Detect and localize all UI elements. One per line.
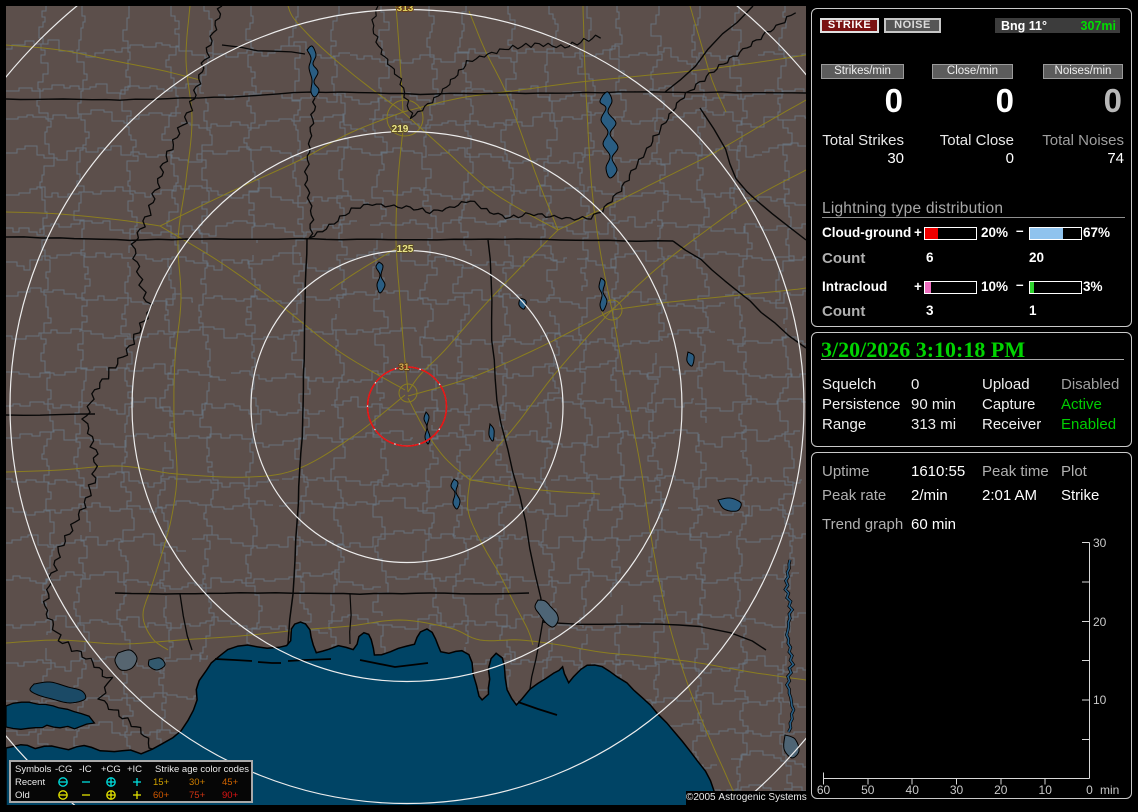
svg-text:30: 30 bbox=[1093, 536, 1107, 550]
svg-text:10: 10 bbox=[1039, 783, 1053, 797]
svg-text:20: 20 bbox=[994, 783, 1008, 797]
svg-text:50: 50 bbox=[861, 783, 875, 797]
svg-text:219: 219 bbox=[392, 124, 409, 135]
svg-text:0: 0 bbox=[1086, 783, 1093, 797]
svg-text:30: 30 bbox=[950, 783, 964, 797]
svg-text:40: 40 bbox=[906, 783, 920, 797]
svg-text:31: 31 bbox=[399, 362, 410, 373]
svg-text:20: 20 bbox=[1093, 615, 1107, 629]
svg-text:min: min bbox=[1100, 783, 1119, 797]
svg-text:60: 60 bbox=[817, 783, 831, 797]
svg-text:125: 125 bbox=[397, 244, 414, 255]
svg-text:10: 10 bbox=[1093, 693, 1107, 707]
